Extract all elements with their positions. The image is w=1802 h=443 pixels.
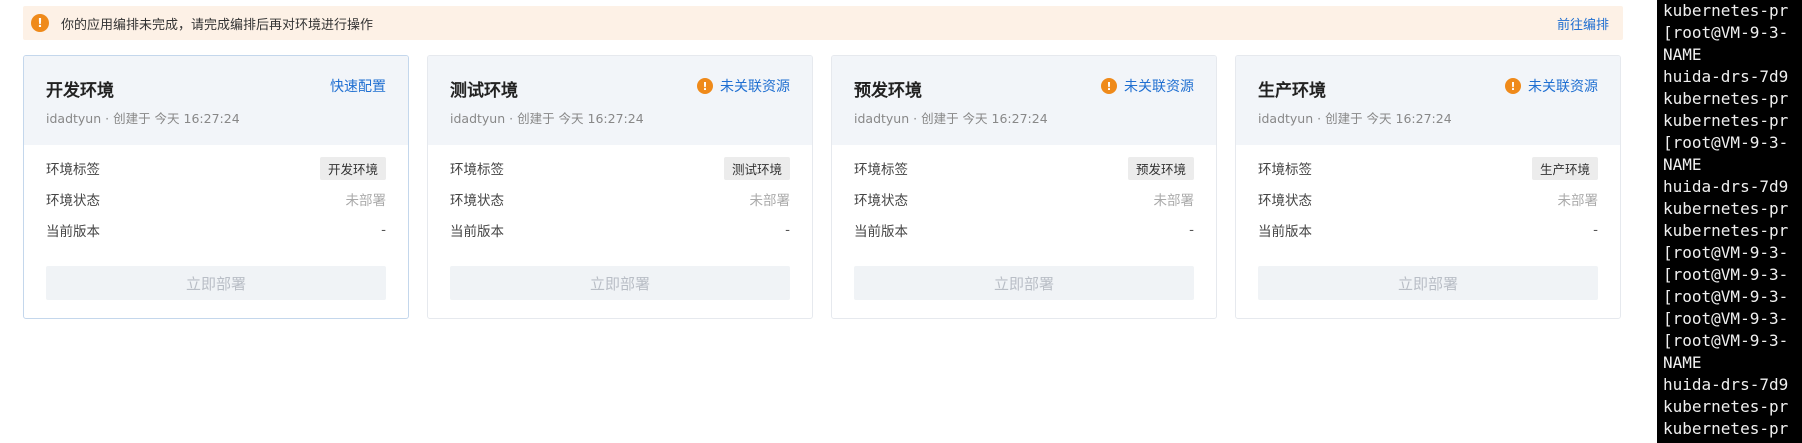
terminal-line: NAME (1663, 155, 1702, 174)
env-tag-label: 环境标签 (1258, 162, 1312, 178)
quick-config-label: 快速配置 (330, 79, 386, 95)
terminal-window[interactable]: kubernetes-pr [root@VM-9-3- NAME huida-drs-… (1657, 0, 1802, 443)
current-version-label: 当前版本 (46, 224, 100, 240)
go-orchestrate-link[interactable]: 前往编排 (1557, 14, 1609, 33)
terminal-line: [root@VM-9-3- (1663, 23, 1789, 42)
warning-icon: ! (697, 78, 713, 94)
warning-icon: ! (1101, 78, 1117, 94)
card-header: 预发环境 idadtyun · 创建于 今天 16:27:24 ! 未关联资源 (832, 56, 1216, 145)
current-version-label: 当前版本 (854, 224, 908, 240)
env-tag-label: 环境标签 (46, 162, 100, 178)
unlinked-resource-link[interactable]: ! 未关联资源 (1505, 76, 1598, 96)
env-tag: 预发环境 (1127, 156, 1194, 180)
terminal-line: huida-drs-7d9 (1663, 375, 1789, 394)
terminal-line: NAME (1663, 353, 1702, 372)
terminal-line: kubernetes-pr (1663, 221, 1789, 240)
env-status-value: 未部署 (345, 193, 387, 209)
terminal-line: [root@VM-9-3- (1663, 309, 1789, 328)
env-tag: 测试环境 (723, 156, 790, 180)
terminal-line: kubernetes-pr (1663, 111, 1789, 130)
current-version-value: - (381, 222, 386, 238)
env-card-pre[interactable]: 预发环境 idadtyun · 创建于 今天 16:27:24 ! 未关联资源 … (831, 55, 1217, 319)
card-title: 开发环境 (46, 81, 114, 101)
env-tag-row: 环境标签 开发环境 (46, 156, 386, 180)
warning-icon: ! (31, 14, 49, 32)
env-tag-row: 环境标签 预发环境 (854, 156, 1194, 180)
card-header: 测试环境 idadtyun · 创建于 今天 16:27:24 ! 未关联资源 (428, 56, 812, 145)
env-tag: 生产环境 (1531, 156, 1598, 180)
deploy-button[interactable]: 立即部署 (854, 266, 1194, 300)
env-card-test[interactable]: 测试环境 idadtyun · 创建于 今天 16:27:24 ! 未关联资源 … (427, 55, 813, 319)
unlinked-resource-link[interactable]: ! 未关联资源 (1101, 76, 1194, 96)
terminal-line: [root@VM-9-3- (1663, 265, 1789, 284)
card-subtitle: idadtyun · 创建于 今天 16:27:24 (46, 111, 240, 126)
terminal-line: huida-drs-7d9 (1663, 177, 1789, 196)
env-card-prod[interactable]: 生产环境 idadtyun · 创建于 今天 16:27:24 ! 未关联资源 … (1235, 55, 1621, 319)
terminal-line: NAME (1663, 45, 1702, 64)
env-status-label: 环境状态 (450, 193, 504, 209)
env-status-label: 环境状态 (854, 193, 908, 209)
card-subtitle: idadtyun · 创建于 今天 16:27:24 (450, 111, 644, 126)
card-title: 测试环境 (450, 81, 518, 101)
terminal-line: kubernetes-pr (1663, 1, 1789, 20)
env-status-label: 环境状态 (1258, 193, 1312, 209)
env-status-value: 未部署 (749, 193, 791, 209)
env-tag-row: 环境标签 测试环境 (450, 156, 790, 180)
warning-icon: ! (1505, 78, 1521, 94)
card-header: 生产环境 idadtyun · 创建于 今天 16:27:24 ! 未关联资源 (1236, 56, 1620, 145)
card-subtitle: idadtyun · 创建于 今天 16:27:24 (854, 111, 1048, 126)
unlinked-resource-link[interactable]: ! 未关联资源 (697, 76, 790, 96)
env-status-row: 环境状态 未部署 (854, 187, 1194, 211)
terminal-line: [root@VM-9-3- (1663, 287, 1789, 306)
unlinked-resource-label: 未关联资源 (1528, 79, 1598, 95)
card-header: 开发环境 idadtyun · 创建于 今天 16:27:24 快速配置 (24, 56, 408, 145)
current-version-value: - (1593, 222, 1598, 238)
current-version-row: 当前版本 - (1258, 218, 1598, 242)
current-version-row: 当前版本 - (854, 218, 1194, 242)
deploy-button[interactable]: 立即部署 (1258, 266, 1598, 300)
current-version-label: 当前版本 (1258, 224, 1312, 240)
env-status-label: 环境状态 (46, 193, 100, 209)
terminal-line: [root@VM-9-3- (1663, 243, 1789, 262)
main-panel: ! 你的应用编排未完成，请完成编排后再对环境进行操作 前往编排 开发环境 ida… (0, 0, 1640, 443)
env-status-row: 环境状态 未部署 (450, 187, 790, 211)
unlinked-resource-label: 未关联资源 (720, 79, 790, 95)
current-version-value: - (1189, 222, 1194, 238)
env-status-value: 未部署 (1557, 193, 1599, 209)
terminal-line: kubernetes-pr (1663, 199, 1789, 218)
terminal-line: kubernetes-pr (1663, 419, 1789, 438)
quick-config-link[interactable]: 快速配置 (330, 76, 386, 96)
card-subtitle: idadtyun · 创建于 今天 16:27:24 (1258, 111, 1452, 126)
current-version-label: 当前版本 (450, 224, 504, 240)
banner-message: 你的应用编排未完成，请完成编排后再对环境进行操作 (61, 17, 374, 33)
deploy-button[interactable]: 立即部署 (450, 266, 790, 300)
terminal-line: kubernetes-pr (1663, 397, 1789, 416)
env-tag: 开发环境 (319, 156, 386, 180)
terminal-line: [root@VM-9-3- (1663, 133, 1789, 152)
env-card-dev[interactable]: 开发环境 idadtyun · 创建于 今天 16:27:24 快速配置 环境标… (23, 55, 409, 319)
current-version-value: - (785, 222, 790, 238)
env-status-value: 未部署 (1153, 193, 1195, 209)
terminal-line: huida-drs-7d9 (1663, 67, 1789, 86)
current-version-row: 当前版本 - (450, 218, 790, 242)
card-title: 生产环境 (1258, 81, 1326, 101)
warning-banner: ! 你的应用编排未完成，请完成编排后再对环境进行操作 前往编排 (23, 6, 1623, 40)
unlinked-resource-label: 未关联资源 (1124, 79, 1194, 95)
env-tag-label: 环境标签 (450, 162, 504, 178)
env-tag-row: 环境标签 生产环境 (1258, 156, 1598, 180)
terminal-line: kubernetes-pr (1663, 89, 1789, 108)
env-status-row: 环境状态 未部署 (1258, 187, 1598, 211)
card-title: 预发环境 (854, 81, 922, 101)
terminal-line: [root@VM-9-3- (1663, 331, 1789, 350)
env-tag-label: 环境标签 (854, 162, 908, 178)
deploy-button[interactable]: 立即部署 (46, 266, 386, 300)
current-version-row: 当前版本 - (46, 218, 386, 242)
env-status-row: 环境状态 未部署 (46, 187, 386, 211)
